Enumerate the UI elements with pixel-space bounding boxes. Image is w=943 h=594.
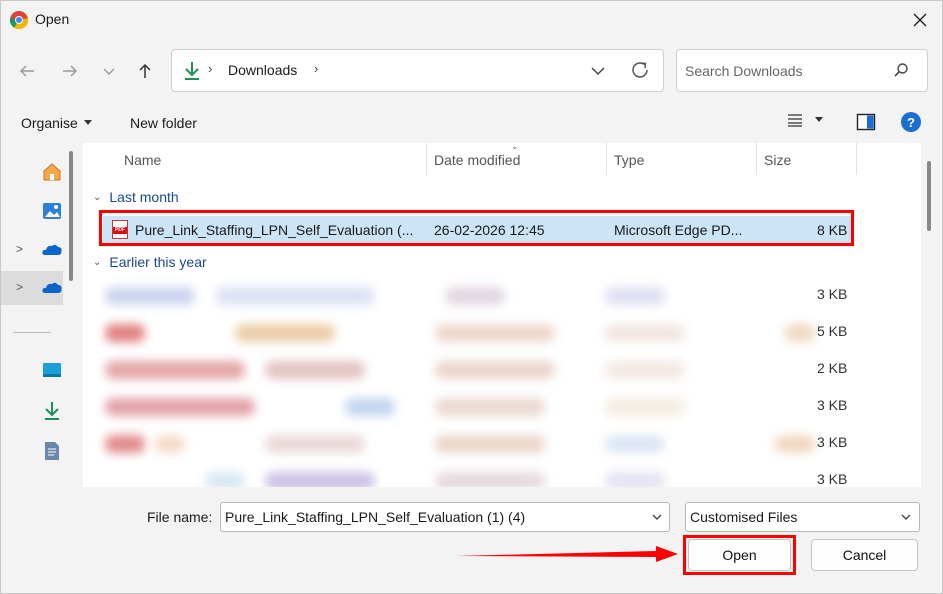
title-bar: Open	[1, 1, 942, 39]
blurred-file-row[interactable]	[105, 283, 825, 309]
gallery-icon	[43, 203, 61, 219]
recent-chevron-icon	[103, 68, 115, 75]
file-size: 3 KB	[817, 471, 848, 487]
forward-arrow-icon	[63, 65, 78, 77]
search-icon[interactable]	[893, 62, 909, 78]
file-list-scrollbar[interactable]	[927, 161, 931, 231]
pictures-icon	[41, 479, 63, 487]
group-header-earlier-this-year[interactable]: ⌄ Earlier this year	[93, 254, 207, 270]
navigation-pane: > >	[1, 143, 81, 487]
file-name-input[interactable]: Pure_Link_Staffing_LPN_Self_Evaluation (…	[220, 502, 670, 532]
column-header-name[interactable]: Name	[124, 143, 161, 175]
column-divider[interactable]	[856, 143, 857, 175]
caret-down-icon	[815, 117, 823, 122]
organise-label: Organise	[21, 115, 78, 131]
column-header-date[interactable]: Date modified	[434, 143, 520, 175]
file-list: ⌄ Name Date modified Type Size ⌄ Last mo…	[83, 143, 921, 487]
nav-item-documents[interactable]	[1, 434, 63, 468]
downloads-icon	[185, 62, 199, 80]
collapse-chevron-icon: ⌄	[93, 191, 102, 203]
downloads-icon	[45, 402, 59, 420]
navigation-scrollbar[interactable]	[69, 151, 73, 281]
preview-pane-icon[interactable]	[856, 113, 876, 131]
organise-button[interactable]: Organise	[21, 115, 92, 131]
help-icon[interactable]: ?	[901, 112, 921, 132]
new-folder-button[interactable]: New folder	[130, 115, 197, 131]
column-header-type[interactable]: Type	[614, 143, 644, 175]
file-size: 3 KB	[817, 434, 848, 450]
address-bar[interactable]: › Downloads ›	[171, 49, 664, 92]
file-size: 3 KB	[817, 397, 848, 413]
home-icon	[43, 163, 61, 181]
open-file-dialog: Open › Downloads › Search Downloads Orga…	[0, 0, 943, 594]
search-box[interactable]	[676, 49, 928, 92]
column-divider[interactable]	[606, 143, 607, 175]
desktop-icon	[43, 363, 61, 377]
blurred-file-row[interactable]	[105, 394, 825, 420]
file-name-label: File name:	[147, 509, 213, 525]
onedrive-icon	[42, 244, 62, 255]
chevron-down-icon[interactable]	[651, 511, 663, 523]
window-title: Open	[35, 11, 70, 27]
chevron-down-icon	[901, 514, 911, 520]
group-label: Last month	[109, 189, 179, 205]
breadcrumb-separator[interactable]: ›	[314, 61, 318, 76]
blurred-file-row[interactable]	[105, 357, 825, 383]
close-button[interactable]	[905, 5, 935, 35]
nav-item-gallery[interactable]	[1, 194, 63, 228]
documents-icon	[45, 442, 59, 460]
group-label: Earlier this year	[109, 254, 207, 270]
highlight-box	[99, 210, 854, 246]
chrome-icon	[9, 11, 29, 30]
breadcrumb-separator: ›	[208, 61, 213, 76]
expand-chevron-icon[interactable]: >	[16, 280, 23, 294]
breadcrumb-downloads[interactable]: Downloads	[228, 62, 297, 78]
nav-item-downloads[interactable]	[1, 394, 63, 428]
nav-item-onedrive-personal[interactable]: >	[1, 271, 63, 305]
back-button[interactable]	[13, 57, 41, 85]
group-header-last-month[interactable]: ⌄ Last month	[93, 189, 179, 205]
back-arrow-icon	[19, 65, 34, 77]
blurred-file-row[interactable]	[105, 431, 825, 457]
nav-item-desktop[interactable]	[1, 353, 63, 387]
nav-item-onedrive[interactable]: >	[1, 233, 63, 267]
file-type-select[interactable]: Customised Files	[685, 502, 920, 532]
annotation-arrow-icon	[456, 546, 678, 562]
up-arrow-icon	[139, 63, 151, 78]
caret-down-icon	[83, 120, 92, 125]
column-divider[interactable]	[756, 143, 757, 175]
file-name-value[interactable]: Pure_Link_Staffing_LPN_Self_Evaluation (…	[225, 509, 525, 525]
search-input[interactable]	[685, 61, 885, 81]
list-view-icon	[788, 114, 802, 127]
expand-chevron-icon[interactable]: >	[16, 242, 23, 256]
nav-item-home[interactable]	[1, 155, 63, 189]
recent-locations-button[interactable]	[95, 57, 123, 85]
view-options-button[interactable]	[787, 113, 823, 127]
file-size: 2 KB	[817, 360, 848, 376]
close-icon	[913, 13, 927, 27]
cancel-button[interactable]: Cancel	[811, 539, 918, 571]
nav-item-pictures[interactable]	[1, 473, 63, 487]
refresh-icon[interactable]	[628, 58, 652, 82]
blurred-file-row[interactable]	[105, 468, 825, 487]
onedrive-icon	[42, 282, 62, 293]
blurred-file-row[interactable]	[105, 320, 825, 346]
column-header-size[interactable]: Size	[764, 143, 791, 175]
highlight-box	[683, 535, 796, 575]
column-divider[interactable]	[426, 143, 427, 175]
collapse-chevron-icon: ⌄	[93, 256, 102, 268]
file-size: 3 KB	[817, 286, 848, 302]
address-dropdown-icon[interactable]	[588, 62, 608, 80]
up-button[interactable]	[131, 57, 159, 85]
file-size: 5 KB	[817, 323, 848, 339]
file-type-value: Customised Files	[690, 509, 798, 525]
forward-button[interactable]	[56, 57, 84, 85]
nav-divider	[13, 332, 51, 333]
